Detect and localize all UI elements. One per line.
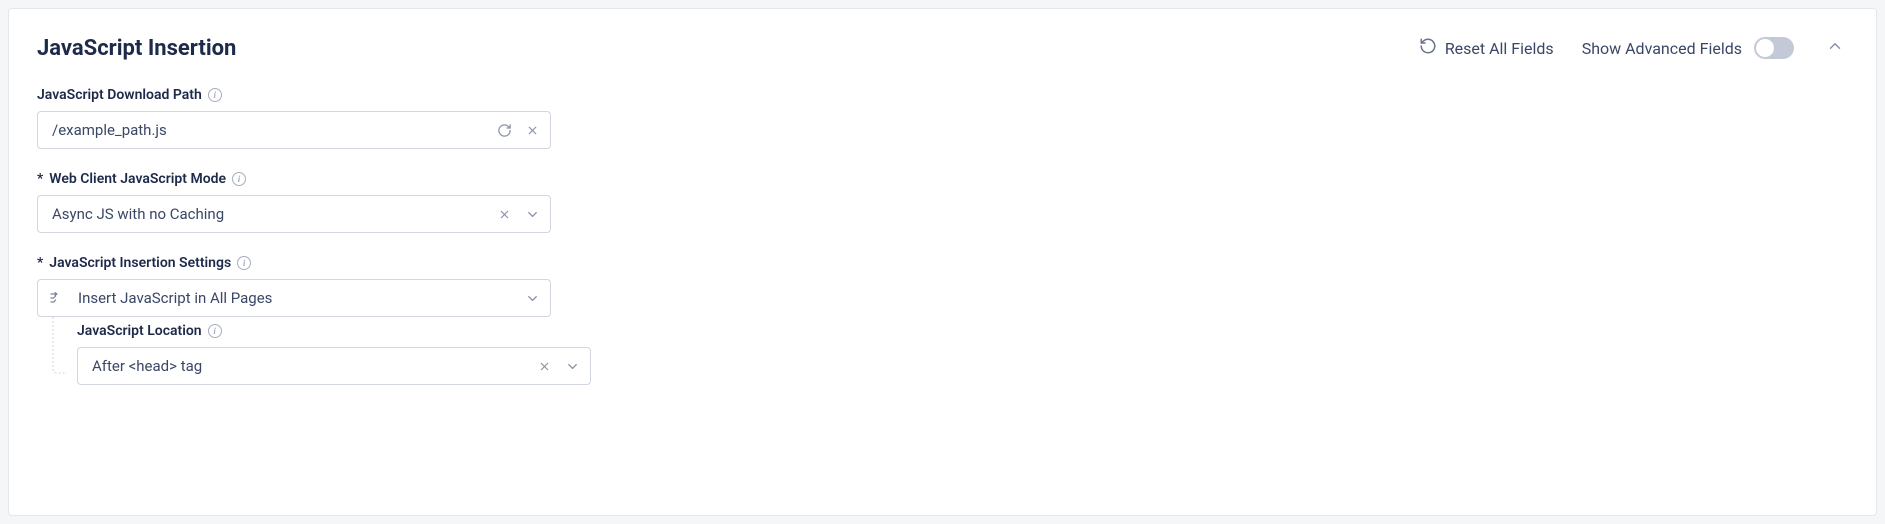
form-column: JavaScript Download Path i <box>37 87 551 385</box>
nested-area: JavaScript Location i After <head> tag <box>37 323 551 385</box>
label-js-mode-text: Web Client JavaScript Mode <box>49 171 226 187</box>
tree-connector <box>51 317 67 377</box>
input-icons <box>535 357 581 375</box>
info-icon[interactable]: i <box>208 324 222 338</box>
input-icons <box>495 205 541 223</box>
field-download-path: JavaScript Download Path i <box>37 87 551 149</box>
download-path-input[interactable] <box>37 111 551 149</box>
branch-icon <box>49 290 65 306</box>
reset-label: Reset All Fields <box>1445 39 1554 58</box>
reset-icon <box>1419 37 1437 59</box>
collapse-panel-button[interactable] <box>1822 33 1848 63</box>
js-mode-value: Async JS with no Caching <box>52 205 224 223</box>
info-icon[interactable]: i <box>237 256 251 270</box>
insertion-settings-value: Insert JavaScript in All Pages <box>78 289 272 307</box>
input-wrap-js-mode: Async JS with no Caching <box>37 195 551 233</box>
label-download-path: JavaScript Download Path i <box>37 87 551 103</box>
advanced-label: Show Advanced Fields <box>1582 39 1742 58</box>
show-advanced-fields-row: Show Advanced Fields <box>1582 37 1794 59</box>
chevron-down-icon[interactable] <box>523 205 541 223</box>
chevron-down-icon[interactable] <box>563 357 581 375</box>
reset-all-fields-button[interactable]: Reset All Fields <box>1419 37 1554 59</box>
panel-header: JavaScript Insertion Reset All Fields Sh… <box>37 33 1848 63</box>
input-icons <box>523 289 541 307</box>
input-wrap-download-path <box>37 111 551 149</box>
refresh-icon[interactable] <box>495 121 513 139</box>
clear-icon[interactable] <box>523 121 541 139</box>
label-js-location: JavaScript Location i <box>77 323 551 339</box>
clear-icon[interactable] <box>535 357 553 375</box>
panel-title: JavaScript Insertion <box>37 36 236 61</box>
header-actions: Reset All Fields Show Advanced Fields <box>1419 33 1848 63</box>
input-icons <box>495 121 541 139</box>
label-js-location-text: JavaScript Location <box>77 323 202 339</box>
clear-icon[interactable] <box>495 205 513 223</box>
field-insertion-settings: JavaScript Insertion Settings i Insert J… <box>37 255 551 385</box>
field-js-mode: Web Client JavaScript Mode i Async JS wi… <box>37 171 551 233</box>
info-icon[interactable]: i <box>232 172 246 186</box>
js-mode-select[interactable]: Async JS with no Caching <box>37 195 551 233</box>
input-wrap-insertion-settings: Insert JavaScript in All Pages <box>37 279 551 317</box>
input-wrap-js-location: After <head> tag <box>77 347 591 385</box>
label-insertion-settings: JavaScript Insertion Settings i <box>37 255 551 271</box>
label-insertion-settings-text: JavaScript Insertion Settings <box>49 255 231 271</box>
chevron-down-icon[interactable] <box>523 289 541 307</box>
advanced-fields-toggle[interactable] <box>1754 37 1794 59</box>
javascript-insertion-panel: JavaScript Insertion Reset All Fields Sh… <box>8 8 1877 516</box>
label-js-mode: Web Client JavaScript Mode i <box>37 171 551 187</box>
insertion-settings-select[interactable]: Insert JavaScript in All Pages <box>37 279 551 317</box>
js-location-value: After <head> tag <box>92 357 202 375</box>
field-js-location: JavaScript Location i After <head> tag <box>77 323 551 385</box>
js-location-select[interactable]: After <head> tag <box>77 347 591 385</box>
info-icon[interactable]: i <box>208 88 222 102</box>
label-download-path-text: JavaScript Download Path <box>37 87 202 103</box>
